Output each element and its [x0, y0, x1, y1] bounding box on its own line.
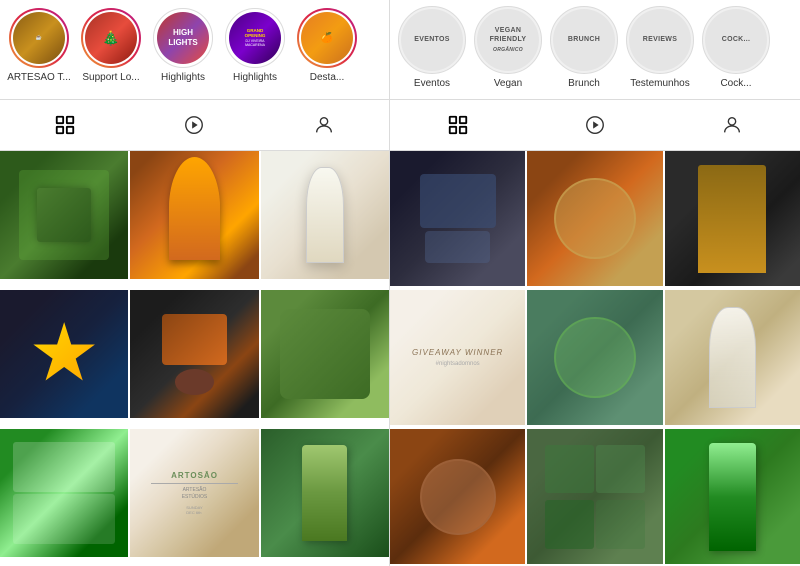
story-label-artesao: ARTESÃO T... [7, 72, 71, 83]
left-tab-tagged[interactable] [309, 110, 339, 140]
plant-img [280, 309, 370, 399]
vegan-text: VEGANFRIENDLYorgânico [488, 24, 529, 55]
right-avatar-brunch: BRUNCH [550, 6, 618, 74]
right-label-brunch: Brunch [568, 78, 600, 89]
right-grid-cell-2[interactable] [527, 151, 662, 286]
story-label-support: Support Lo... [82, 72, 139, 83]
right-photo-grid: GIVEAWAY WINNER #nightsadomnos [390, 151, 800, 566]
left-tab-reels[interactable] [179, 110, 209, 140]
right-label-cock: Cock... [720, 78, 751, 89]
martini-glass [306, 167, 344, 263]
story-label-desta: Desta... [310, 72, 344, 83]
story-avatar-artesao: ☕ [9, 8, 69, 68]
right-tab-grid[interactable] [443, 110, 473, 140]
right-grid-cell-8[interactable] [527, 429, 662, 564]
right-stories-row: EVENTOS Eventos VEGANFRIENDLYorgânico Ve… [390, 0, 800, 100]
desta-icon: 🍊 [321, 33, 333, 44]
story-avatar-inner-highlights2: GRANDOPENING DJ VIVEIRAMACARENA [229, 12, 281, 64]
right-profile-panel: EVENTOS Eventos VEGANFRIENDLYorgânico Ve… [390, 0, 800, 566]
star-shape [32, 322, 96, 386]
cock-text: COCK... [720, 33, 753, 46]
grid-cell-8[interactable]: artosāo ARTESÃOESTÚDIOS SUNDAYDEC 6th [130, 429, 258, 557]
grand-sub: DJ VIVEIRAMACARENA [245, 39, 266, 47]
green-drink [709, 443, 756, 551]
right-grid-cell-9[interactable] [665, 429, 800, 564]
brunch-text: BRUNCH [566, 33, 602, 46]
right-avatar-eventos: EVENTOS [398, 6, 466, 74]
giveaway-sub: #nightsadomnos [436, 361, 480, 367]
story-item-artesao[interactable]: ☕ ARTESÃO T... [6, 8, 72, 83]
right-story-eventos[interactable]: EVENTOS Eventos [398, 6, 466, 89]
right-grid-cell-6[interactable] [665, 290, 800, 425]
story-avatar-desta: 🍊 [297, 8, 357, 68]
grid-cell-5[interactable] [130, 290, 258, 418]
story-item-desta[interactable]: 🍊 Desta... [294, 8, 360, 83]
plate-shape [554, 178, 635, 259]
story-label-highlights2: Highlights [233, 72, 277, 83]
artesao-icon: ☕ [36, 35, 42, 41]
cocktail-glass [169, 157, 220, 260]
right-story-testemunhos[interactable]: REVIEWS Testemunhos [626, 6, 694, 89]
right-label-testemunhos: Testemunhos [630, 78, 689, 89]
right-grid-cell-4[interactable]: GIVEAWAY WINNER #nightsadomnos [390, 290, 525, 425]
right-tab-reels[interactable] [580, 110, 610, 140]
grid-cell-7[interactable] [0, 429, 128, 557]
grid-cell-6[interactable] [261, 290, 389, 418]
right-grid-cell-5[interactable] [527, 290, 662, 425]
story-item-highlights1[interactable]: HIGHLIGHTS Highlights [150, 8, 216, 83]
right-grid-cell-1[interactable] [390, 151, 525, 286]
left-tab-grid[interactable] [50, 110, 80, 140]
story-avatar-highlights2: GRANDOPENING DJ VIVEIRAMACARENA [225, 8, 285, 68]
story-avatar-inner-artesao: ☕ [13, 12, 65, 64]
bottle-img [302, 445, 347, 541]
giveaway-text: GIVEAWAY WINNER [412, 348, 503, 357]
food-plate-7 [420, 459, 496, 535]
right-avatar-cock: COCK... [702, 6, 770, 74]
story-avatar-support: 🎄 [81, 8, 141, 68]
right-label-vegan: Vegan [494, 78, 522, 89]
story-avatar-inner-desta: 🍊 [301, 12, 353, 64]
story-avatar-inner-highlights1: HIGHLIGHTS [157, 12, 209, 64]
grand-text: GRANDOPENING [245, 29, 266, 39]
right-grid-cell-3[interactable] [665, 151, 800, 286]
right-avatar-vegan: VEGANFRIENDLYorgânico [474, 6, 542, 74]
food-img-1 [19, 170, 109, 260]
left-tab-row [0, 100, 389, 151]
right-tab-tagged[interactable] [717, 110, 747, 140]
story-item-support[interactable]: 🎄 Support Lo... [78, 8, 144, 83]
right-grid-cell-7[interactable] [390, 429, 525, 564]
right-story-vegan[interactable]: VEGANFRIENDLYorgânico Vegan [474, 6, 542, 89]
story-item-highlights2[interactable]: GRANDOPENING DJ VIVEIRAMACARENA Highligh… [222, 8, 288, 83]
highlights1-text: HIGHLIGHTS [168, 28, 197, 47]
story-label-highlights1: Highlights [161, 72, 205, 83]
martini-right [709, 307, 756, 408]
right-label-eventos: Eventos [414, 78, 450, 89]
support-icon: 🎄 [102, 30, 119, 47]
left-profile-panel: ☕ ARTESÃO T... 🎄 Support Lo... HIGHL [0, 0, 390, 566]
left-stories-row: ☕ ARTESÃO T... 🎄 Support Lo... HIGHL [0, 0, 389, 100]
right-avatar-testemunhos: REVIEWS [626, 6, 694, 74]
grid-cell-3[interactable] [261, 151, 389, 279]
grand-opening-content: GRANDOPENING DJ VIVEIRAMACARENA [245, 29, 266, 48]
eventos-text: EVENTOS [412, 33, 451, 46]
story-avatar-inner-support: 🎄 [85, 12, 137, 64]
grid-cell-2[interactable] [130, 151, 258, 279]
grid-cell-1[interactable] [0, 151, 128, 279]
grid-cell-9[interactable] [261, 429, 389, 557]
plate-green [554, 317, 635, 398]
grid-cell-4[interactable] [0, 290, 128, 418]
left-photo-grid: artosāo ARTESÃOESTÚDIOS SUNDAYDEC 6th [0, 151, 389, 566]
fries-shape [698, 165, 766, 273]
story-avatar-highlights1: HIGHLIGHTS [153, 8, 213, 68]
artesao-brand: artosāo [171, 471, 218, 480]
right-story-brunch[interactable]: BRUNCH Brunch [550, 6, 618, 89]
testemunhos-text: REVIEWS [641, 33, 679, 46]
right-tab-row [390, 100, 800, 151]
wood-texture [162, 314, 226, 365]
right-story-cock[interactable]: COCK... Cock... [702, 6, 770, 89]
